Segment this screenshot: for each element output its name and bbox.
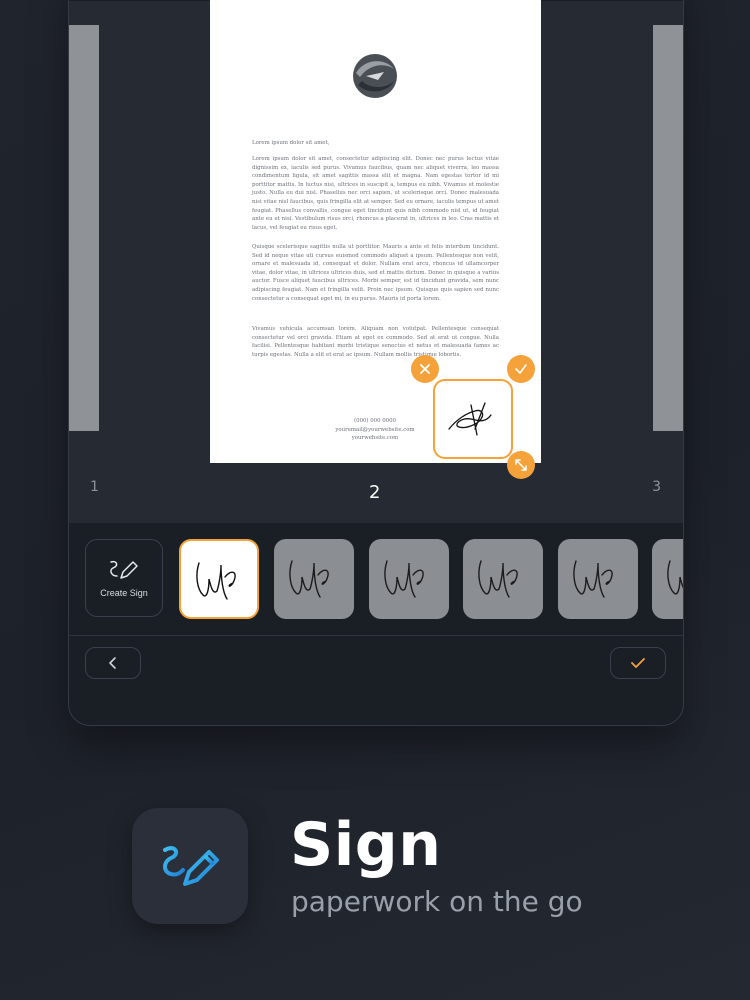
signature-drawing: [573, 560, 613, 598]
next-page-preview[interactable]: [653, 25, 683, 431]
logo-icon: [353, 54, 397, 98]
contact-website: yourwebsite.com: [351, 435, 399, 442]
signature-option[interactable]: [369, 539, 449, 619]
placed-signature[interactable]: [433, 379, 513, 459]
bottom-toolbar: [69, 635, 683, 725]
close-icon: [420, 364, 430, 374]
document-contact: (000) 000 0000 youremail@yourwebsite.com…: [310, 417, 440, 443]
chevron-left-icon: [109, 657, 116, 669]
signature-option[interactable]: [558, 539, 638, 619]
page-number-next[interactable]: 3: [652, 479, 661, 495]
signature-option[interactable]: [463, 539, 543, 619]
pen-icon: [110, 560, 138, 579]
page-number-previous[interactable]: 1: [90, 479, 99, 495]
previous-page-preview[interactable]: [69, 25, 99, 431]
document-greeting: Lorem ipsum dolor sit amet,: [252, 140, 330, 146]
signature-option[interactable]: [652, 539, 683, 619]
signature-drawing: [196, 562, 236, 600]
signature-drawing: [384, 560, 424, 598]
signature-drawing: [667, 560, 683, 595]
back-button[interactable]: [85, 647, 141, 679]
contact-email: youremail@yourwebsite.com: [335, 426, 415, 433]
confirm-signature-button[interactable]: [507, 355, 535, 383]
check-icon: [515, 364, 527, 374]
document-viewer[interactable]: Lorem ipsum dolor sit amet, Lorem ipsum …: [69, 0, 683, 523]
remove-signature-button[interactable]: [411, 355, 439, 383]
app-window: Lorem ipsum dolor sit amet, Lorem ipsum …: [68, 0, 684, 726]
page-number-current: 2: [369, 482, 381, 503]
create-sign-button[interactable]: Create Sign: [85, 539, 163, 617]
promo-subtitle: paperwork on the go: [291, 885, 583, 918]
check-icon: [631, 658, 645, 668]
document-paragraph: Quisque scelerisque sagittis nulla ut po…: [252, 244, 499, 302]
signature-drawing: [448, 402, 492, 436]
promo-title: Sign: [290, 810, 442, 880]
signature-tray: Create Sign: [69, 523, 683, 636]
document-paragraph: Lorem ipsum dolor sit amet, consectetur …: [252, 156, 499, 231]
resize-icon: [515, 459, 527, 471]
resize-signature-handle[interactable]: [507, 451, 535, 479]
signature-option[interactable]: [274, 539, 354, 619]
done-button[interactable]: [610, 647, 666, 679]
sign-pen-icon: [163, 846, 219, 886]
document-paragraph: Vivamus vehicula accumsan lorem. Aliquam…: [252, 326, 499, 358]
signature-drawing: [478, 560, 518, 598]
app-icon: [132, 808, 248, 924]
signature-drawing: [289, 560, 329, 598]
contact-phone: (000) 000 0000: [354, 418, 396, 424]
signature-option[interactable]: [179, 539, 259, 619]
create-sign-label: Create Sign: [100, 588, 148, 598]
